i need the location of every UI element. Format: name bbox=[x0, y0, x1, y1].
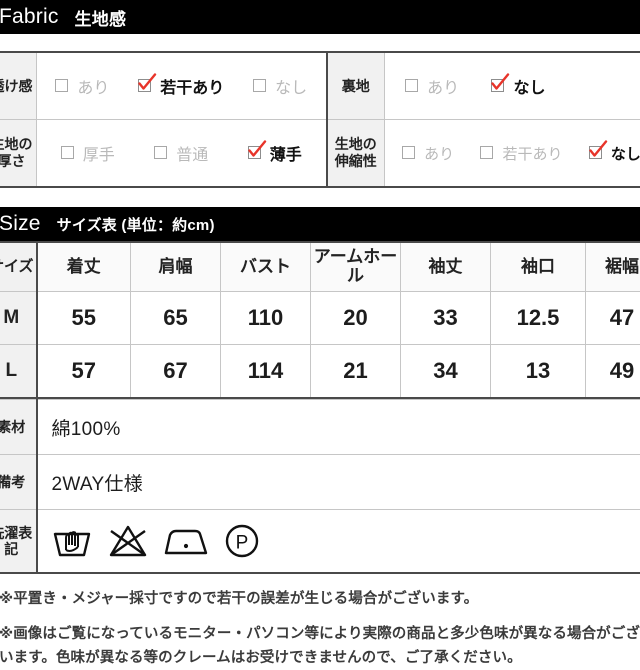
table-row: 透け感 あり bbox=[0, 52, 640, 120]
checkbox-label: 厚手 bbox=[83, 141, 115, 165]
checkbox-label: なし bbox=[275, 74, 307, 98]
table-header-row: サイズ 着丈 肩幅 バスト アームホール 袖丈 袖口 裾幅 bbox=[0, 242, 640, 292]
info-table: 素材 綿100% 備考 2WAY仕様 洗濯表記 bbox=[0, 399, 640, 574]
note-measurement: ※平置き・メジャー採寸ですので若干の誤差が生じる場合がございます。 bbox=[0, 588, 640, 611]
table-row: L 57 67 114 21 34 13 49 bbox=[0, 345, 640, 399]
size-cell: 55 bbox=[37, 292, 131, 345]
product-spec-page: Fabric 生地感 透け感 あり bbox=[0, 0, 640, 670]
size-cell: 12.5 bbox=[491, 292, 586, 345]
fabric-row-label-thickness: 生地の厚さ bbox=[0, 120, 37, 188]
size-cell: 13 bbox=[491, 345, 586, 399]
size-header-size: サイズ bbox=[0, 242, 37, 292]
size-cell: 33 bbox=[401, 292, 491, 345]
remarks-label: 備考 bbox=[0, 455, 37, 510]
fabric-row-options-sheerness: あり 若干あり bbox=[37, 52, 327, 120]
fabric-table-wrap: 透け感 あり bbox=[0, 51, 640, 188]
checkbox-checked-icon bbox=[138, 79, 153, 94]
size-header-shoulder: 肩幅 bbox=[131, 242, 221, 292]
fabric-row-label-sheerness: 透け感 bbox=[0, 52, 37, 120]
checkbox-label: なし bbox=[513, 74, 545, 98]
size-section-title-en: Size bbox=[0, 212, 41, 236]
checkbox-checked-icon bbox=[491, 79, 506, 94]
checkbox-label: あり bbox=[77, 74, 109, 98]
checkbox-option[interactable]: あり bbox=[405, 74, 459, 98]
fabric-row-label-stretch: 生地の伸縮性 bbox=[327, 120, 385, 188]
iron-one-dot-icon bbox=[162, 523, 210, 559]
size-cell: 47 bbox=[586, 292, 640, 345]
checkbox-unchecked-icon bbox=[154, 146, 169, 161]
size-section-title-jp: サイズ表 (単位：約cm) bbox=[57, 214, 215, 235]
size-header-bust: バスト bbox=[221, 242, 311, 292]
material-label: 素材 bbox=[0, 400, 37, 455]
fabric-section-title-jp: 生地感 bbox=[75, 5, 127, 30]
checkbox-label: 薄手 bbox=[270, 141, 302, 165]
checkbox-label: あり bbox=[424, 143, 454, 164]
size-cell: 49 bbox=[586, 345, 640, 399]
table-row: 洗濯表記 bbox=[0, 510, 640, 574]
checkbox-unchecked-icon bbox=[402, 146, 417, 161]
dry-clean-p-icon: P bbox=[223, 522, 261, 560]
checkbox-unchecked-icon bbox=[55, 79, 70, 94]
checkbox-option-selected[interactable]: なし bbox=[589, 143, 640, 164]
size-row-label-l: L bbox=[0, 345, 37, 399]
size-header-sleeve-length: 袖丈 bbox=[401, 242, 491, 292]
size-cell: 21 bbox=[311, 345, 401, 399]
remarks-value: 2WAY仕様 bbox=[37, 455, 640, 510]
fabric-section-header: Fabric 生地感 bbox=[0, 0, 640, 34]
hand-wash-icon bbox=[50, 523, 94, 559]
no-bleach-icon bbox=[107, 523, 149, 559]
fabric-table: 透け感 あり bbox=[0, 51, 640, 188]
size-section-header: Size サイズ表 (単位：約cm) bbox=[0, 207, 640, 241]
checkbox-option[interactable]: 厚手 bbox=[61, 141, 115, 165]
fabric-row-options-stretch: あり 若干あり bbox=[385, 120, 640, 188]
checkbox-option-selected[interactable]: 薄手 bbox=[248, 141, 302, 165]
checkbox-label: あり bbox=[427, 74, 459, 98]
checkbox-checked-icon bbox=[589, 146, 604, 161]
size-header-length: 着丈 bbox=[37, 242, 131, 292]
fabric-row-options-lining: あり なし bbox=[385, 52, 640, 120]
note-color-disclaimer: ※画像はご覧になっているモニター・パソコン等により実際の商品と多少色味が異なる場… bbox=[0, 623, 640, 670]
size-cell: 57 bbox=[37, 345, 131, 399]
size-header-armhole: アームホール bbox=[311, 242, 401, 292]
care-label: 洗濯表記 bbox=[0, 510, 37, 574]
size-cell: 34 bbox=[401, 345, 491, 399]
size-cell: 20 bbox=[311, 292, 401, 345]
svg-text:P: P bbox=[235, 533, 248, 554]
checkbox-unchecked-icon bbox=[253, 79, 268, 94]
checkbox-unchecked-icon bbox=[61, 146, 76, 161]
table-row: 生地の厚さ 厚手 普通 bbox=[0, 120, 640, 188]
checkbox-option-selected[interactable]: なし bbox=[491, 74, 545, 98]
size-cell: 110 bbox=[221, 292, 311, 345]
table-row: 素材 綿100% bbox=[0, 400, 640, 455]
fabric-row-options-thickness: 厚手 普通 bbox=[37, 120, 327, 188]
care-symbols-cell: P bbox=[37, 510, 640, 574]
checkbox-option-selected[interactable]: 若干あり bbox=[138, 74, 224, 98]
size-section: Size サイズ表 (単位：約cm) サイズ 着丈 肩幅 バスト アームホール … bbox=[0, 207, 640, 574]
checkbox-unchecked-icon bbox=[480, 146, 495, 161]
material-value: 綿100% bbox=[37, 400, 640, 455]
checkbox-unchecked-icon bbox=[405, 79, 420, 94]
checkbox-label: 若干あり bbox=[160, 74, 224, 98]
checkbox-option[interactable]: あり bbox=[402, 143, 454, 164]
checkbox-option[interactable]: 若干あり bbox=[480, 143, 562, 164]
checkbox-option[interactable]: なし bbox=[253, 74, 307, 98]
size-header-cuff: 袖口 bbox=[491, 242, 586, 292]
fabric-section-title-en: Fabric bbox=[0, 5, 59, 29]
size-row-label-m: M bbox=[0, 292, 37, 345]
size-cell: 114 bbox=[221, 345, 311, 399]
checkbox-label: 普通 bbox=[176, 141, 208, 165]
checkbox-option[interactable]: 普通 bbox=[154, 141, 208, 165]
size-cell: 65 bbox=[131, 292, 221, 345]
checkbox-label: 若干あり bbox=[502, 143, 562, 164]
checkbox-label: なし bbox=[611, 143, 640, 164]
table-row: 備考 2WAY仕様 bbox=[0, 455, 640, 510]
size-table: サイズ 着丈 肩幅 バスト アームホール 袖丈 袖口 裾幅 M 55 65 11… bbox=[0, 241, 640, 399]
table-row: M 55 65 110 20 33 12.5 47 bbox=[0, 292, 640, 345]
size-cell: 67 bbox=[131, 345, 221, 399]
size-header-hem-width: 裾幅 bbox=[586, 242, 640, 292]
checkbox-option[interactable]: あり bbox=[55, 74, 109, 98]
footer-notes: ※平置き・メジャー採寸ですので若干の誤差が生じる場合がございます。 ※画像はご覧… bbox=[0, 588, 640, 670]
fabric-row-label-lining: 裏地 bbox=[327, 52, 385, 120]
checkbox-checked-icon bbox=[248, 146, 263, 161]
